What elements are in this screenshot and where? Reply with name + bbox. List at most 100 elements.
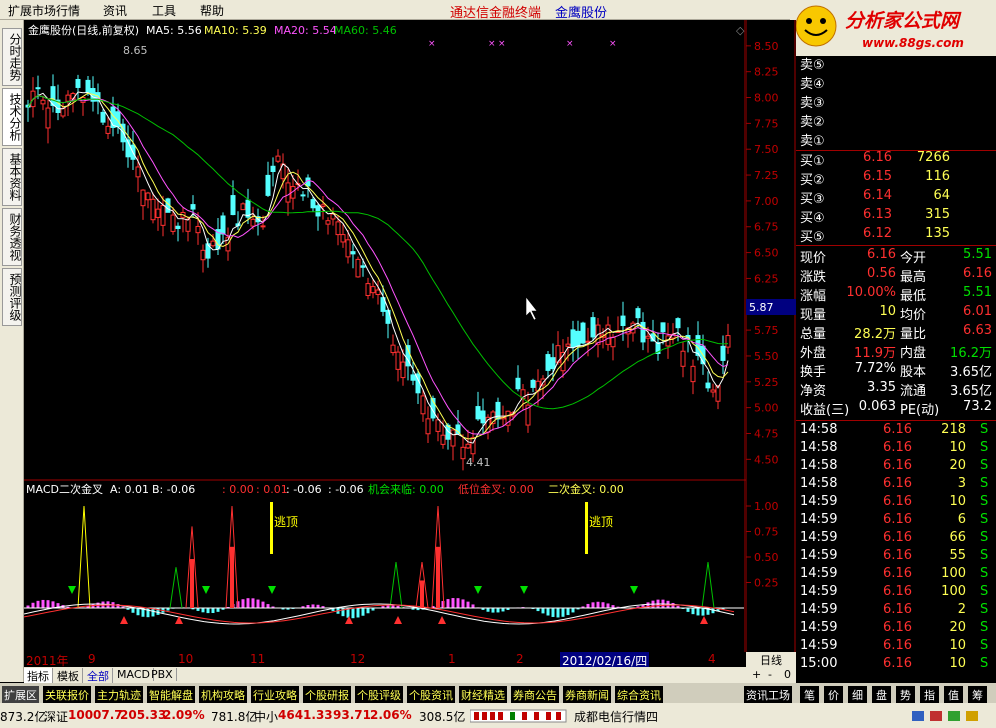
kline-chart[interactable]: 金鹰股份(日线,前复权) MA5: 5.56 MA10: 5.39 MA20: … [24,20,746,481]
detail-tab[interactable]: 价 [824,686,843,704]
menu-extended-market[interactable]: 扩展市场行情 [8,2,80,19]
candle-body [675,318,681,329]
ma20-label: MA20: 5.54 [274,24,337,37]
info-tab[interactable]: 关联报价 [43,686,91,704]
tick-side: S [980,584,989,599]
quote-value: 6.63 [963,323,992,338]
info-tab[interactable]: 资讯工场 [744,686,792,704]
strength-bar [482,712,487,720]
candle-body [195,225,201,234]
price-tick-label: 5.00 [754,402,779,415]
quote-value: 6.16 [963,266,992,281]
tick-row: 14:59 6.16 6 S [800,512,994,530]
quote-value: 28.2万 [854,327,896,342]
info-tab[interactable]: 综合资讯 [615,686,663,704]
detail-tab[interactable]: 值 [944,686,963,704]
bid-level-label: 买④ [800,211,825,226]
tab-all[interactable]: 全部 [84,668,113,684]
tab-intraday[interactable]: 分时走势 [2,28,22,86]
candle-body [580,322,586,344]
candle-body [390,344,396,354]
tab-forecast[interactable]: 预测评级 [2,268,22,326]
candle-body [440,434,446,445]
tick-price: 6.16 [883,512,912,527]
info-tab[interactable]: 券商新闻 [563,686,611,704]
tick-row: 14:58 6.16 20 S [800,458,994,476]
tick-row: 14:59 6.16 55 S [800,548,994,566]
candle-body [395,351,401,370]
price-tick-label: 5.25 [754,376,779,389]
side-tab-bar: 分时走势 技术分析 基本资料 财务透视 预测评级 [0,20,24,682]
candle-body [370,286,376,294]
detail-tab[interactable]: 细 [848,686,867,704]
info-tab[interactable]: 扩展区 [2,686,39,704]
macd-b-value: B: -0.06 [152,483,195,496]
period-label[interactable]: 日线 [746,652,796,667]
menu-help[interactable]: 帮助 [200,2,224,19]
candle-body [695,335,701,356]
chart-expand-icon[interactable]: ◇ [736,24,745,37]
tab-fundamentals[interactable]: 基本资料 [2,148,22,206]
tick-row: 14:58 6.16 10 S [800,440,994,458]
quote-label: 现量 [800,308,827,323]
tick-row: 14:58 6.16 3 S [800,476,994,494]
info-tab[interactable]: 机构攻略 [199,686,247,704]
price-tick-label: 8.50 [754,40,779,53]
detail-tab[interactable]: 盘 [872,686,891,704]
tray-icons[interactable] [910,708,990,724]
candle-body [275,155,281,162]
candle-body [250,218,256,227]
candle-body [210,240,216,247]
strength-bar [490,712,495,720]
quote-value: 3.65亿 [950,365,992,380]
tab-technical[interactable]: 技术分析 [2,88,22,146]
menu-tools[interactable]: 工具 [152,2,176,19]
info-tab[interactable]: 个股研报 [303,686,351,704]
info-tab[interactable]: 智能解盘 [147,686,195,704]
price-axis: 8.50 8.25 8.00 7.75 7.50 7.25 7.00 6.75 6.50 6.25… [745,20,796,652]
zoom-in-icon[interactable]: + [752,668,761,681]
info-tab[interactable]: 个股评级 [355,686,403,704]
price-axis-svg: 8.50 8.25 8.00 7.75 7.50 7.25 7.00 6.75 6.50 6.25… [745,20,796,652]
tick-side: S [980,656,989,671]
bid-price: 6.15 [863,169,892,184]
candle-body [725,335,731,348]
reset-icon[interactable]: 0 [784,668,791,681]
candle-body [530,379,536,388]
date-axis-label: 11 [250,652,266,666]
info-tab[interactable]: 财经精选 [459,686,507,704]
tick-row: 14:59 6.16 100 S [800,566,994,584]
info-tab[interactable]: 券商公告 [511,686,559,704]
quote-label: 内盘 [900,346,927,361]
info-tab[interactable]: 行业攻略 [251,686,299,704]
sz-change: 205.33 [120,708,167,722]
ask-row: 卖① [800,130,994,149]
detail-tab[interactable]: 指 [920,686,939,704]
quote-value: 0.063 [858,399,896,414]
candle-body [475,406,481,420]
candle-body [450,429,456,447]
tab-pbx[interactable]: PBX [148,668,177,681]
tick-price: 6.16 [883,548,912,563]
zoom-out-icon[interactable]: - [768,668,772,681]
strength-bar [498,712,503,720]
tab-indicator[interactable]: 指标 [24,668,53,684]
detail-tab[interactable]: 笔 [800,686,819,704]
menu-news[interactable]: 资讯 [103,2,127,19]
info-tab[interactable]: 主力轨迹 [95,686,143,704]
tick-side: S [980,638,989,653]
tab-template[interactable]: 模板 [54,668,83,684]
tick-side: S [980,494,989,509]
info-tab[interactable]: 个股资讯 [407,686,455,704]
detail-tab[interactable]: 势 [896,686,915,704]
macd-tick-label: 0.25 [754,577,779,590]
signal-bar [190,559,194,608]
tick-side: S [980,566,989,581]
quote-value: 10 [879,304,896,319]
tab-finance[interactable]: 财务透视 [2,208,22,266]
candle-body [645,335,651,339]
macd-indicator-chart[interactable]: MACD二次金叉 A: 0.01 B: -0.06 : 0.00 : 0.01 … [23,479,746,652]
candle-body [585,340,591,343]
detail-tab[interactable]: 筹 [968,686,987,704]
quote-label: 今开 [900,251,927,266]
